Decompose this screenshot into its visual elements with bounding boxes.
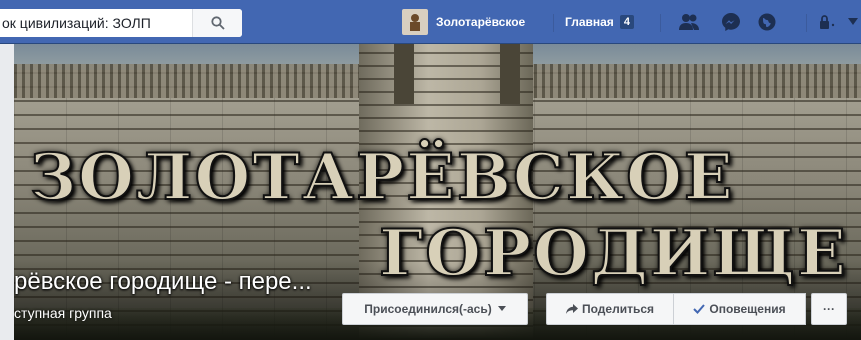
search-box[interactable]: ок цивилизаций: ЗОЛП	[0, 9, 242, 37]
notifications-button-label: Оповещения	[709, 302, 786, 316]
share-button[interactable]: Поделиться	[546, 293, 674, 325]
profile-link[interactable]: Золотарёвское	[402, 8, 525, 36]
nav-divider	[806, 14, 807, 32]
search-input[interactable]: ок цивилизаций: ЗОЛП	[0, 15, 192, 31]
home-link[interactable]: Главная 4	[565, 8, 634, 36]
cover-title-line-1: ЗОЛОТАРЁВСКОЕ	[29, 139, 735, 216]
joined-button-label: Присоединился(-ась)	[364, 302, 492, 316]
cover-title-line-2: ГОРОДИЩЕ	[378, 215, 848, 292]
share-arrow-icon	[565, 303, 578, 315]
joined-button[interactable]: Присоединился(-ась)	[342, 293, 528, 325]
search-icon	[210, 16, 225, 30]
notifications-button[interactable]	[756, 12, 778, 32]
cover-photo: ЗОЛОТАРЁВСКОЕ ГОРОДИЩЕ рёвское городище …	[14, 44, 861, 340]
group-privacy-label: ступная группа	[14, 305, 112, 321]
nav-divider	[553, 14, 554, 32]
group-name[interactable]: рёвское городище - пере...	[14, 268, 312, 296]
checkmark-icon	[693, 304, 706, 314]
avatar	[402, 9, 428, 35]
account-caret-icon[interactable]	[848, 18, 858, 26]
search-button[interactable]	[192, 9, 242, 37]
facebook-group-page: ок цивилизаций: ЗОЛП Золотарёвское Главн…	[0, 0, 861, 340]
more-options-button[interactable]: ···	[811, 293, 847, 325]
messenger-button[interactable]	[720, 12, 742, 32]
friend-requests-button[interactable]	[678, 12, 700, 32]
share-button-label: Поделиться	[581, 302, 655, 316]
friend-requests-icon	[679, 14, 699, 30]
cover-tower-post	[394, 44, 414, 104]
notifications-globe-icon	[758, 13, 776, 31]
cover-tower-post	[500, 44, 520, 104]
home-label: Главная	[565, 15, 614, 29]
messenger-icon	[722, 13, 740, 31]
top-navigation-bar: ок цивилизаций: ЗОЛП Золотарёвское Главн…	[0, 0, 861, 44]
privacy-lock-icon[interactable]	[818, 14, 836, 30]
dropdown-caret-icon	[497, 306, 506, 311]
more-options-label: ···	[823, 302, 835, 316]
nav-divider	[660, 14, 661, 32]
home-count-badge: 4	[619, 15, 634, 29]
profile-name: Золотарёвское	[436, 15, 526, 29]
notifications-button[interactable]: Оповещения	[673, 293, 806, 325]
